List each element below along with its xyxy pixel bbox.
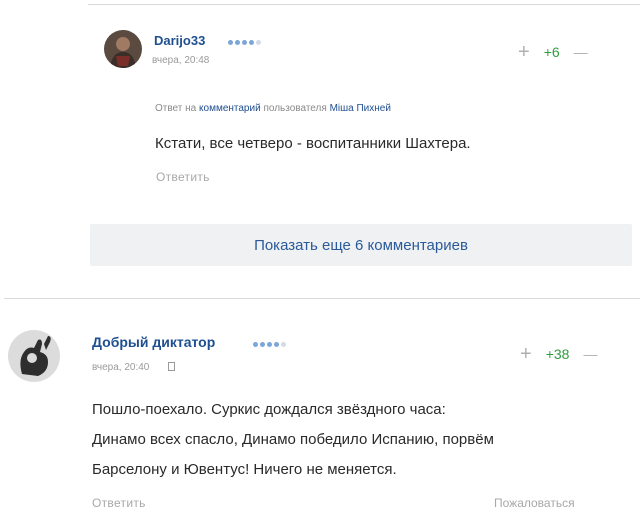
rating-dot (281, 342, 286, 347)
reply-prefix: Ответ на (155, 103, 197, 114)
username[interactable]: Darijo33 (154, 33, 205, 48)
show-more-comments-button[interactable]: Показать еще 6 комментариев (90, 224, 632, 266)
upvote-button[interactable]: + (520, 344, 532, 364)
reply-context: Ответ на комментарий пользователя Міша П… (155, 103, 391, 114)
vote-widget: + +6 — (518, 42, 588, 62)
vote-score: +6 (543, 44, 560, 60)
comment-text-line: Динамо всех спасло, Динамо победило Испа… (92, 431, 494, 448)
reply-button[interactable]: Ответить (92, 496, 146, 510)
comment-text-line: Пошло-поехало. Суркис дождался звёздного… (92, 401, 446, 418)
rating-dot (242, 40, 247, 45)
comment-divider (4, 298, 640, 299)
rating-dots (228, 40, 261, 45)
username[interactable]: Добрый диктатор (92, 334, 215, 350)
reply-comment-link[interactable]: комментарий (199, 103, 261, 114)
rating-dot (256, 40, 261, 45)
rating-dot (274, 342, 279, 347)
top-divider (88, 4, 640, 5)
rating-dot (253, 342, 258, 347)
timestamp: вчера, 20:48 (152, 55, 210, 66)
report-button[interactable]: Пожаловаться (494, 496, 575, 510)
avatar[interactable] (8, 330, 60, 382)
comment-text: Кстати, все четверо - воспитанники Шахте… (155, 135, 471, 152)
rating-dots (253, 342, 286, 347)
rating-dot (249, 40, 254, 45)
rating-dot (235, 40, 240, 45)
upvote-button[interactable]: + (518, 42, 530, 62)
vote-score: +38 (545, 346, 570, 362)
comment-text-line: Барселону и Ювентус! Ничего не меняется. (92, 461, 397, 478)
rating-dot (267, 342, 272, 347)
flag-icon[interactable] (168, 362, 175, 371)
reply-button[interactable]: Ответить (156, 170, 210, 184)
timestamp: вчера, 20:40 (92, 362, 150, 373)
rating-dot (228, 40, 233, 45)
downvote-button[interactable]: — (574, 45, 588, 59)
downvote-button[interactable]: — (583, 347, 597, 361)
vote-widget: + +38 — (520, 344, 597, 364)
rating-dot (260, 342, 265, 347)
reply-user-link[interactable]: Міша Пихней (330, 103, 391, 114)
avatar[interactable] (104, 30, 142, 68)
reply-mid: пользователя (263, 103, 327, 114)
